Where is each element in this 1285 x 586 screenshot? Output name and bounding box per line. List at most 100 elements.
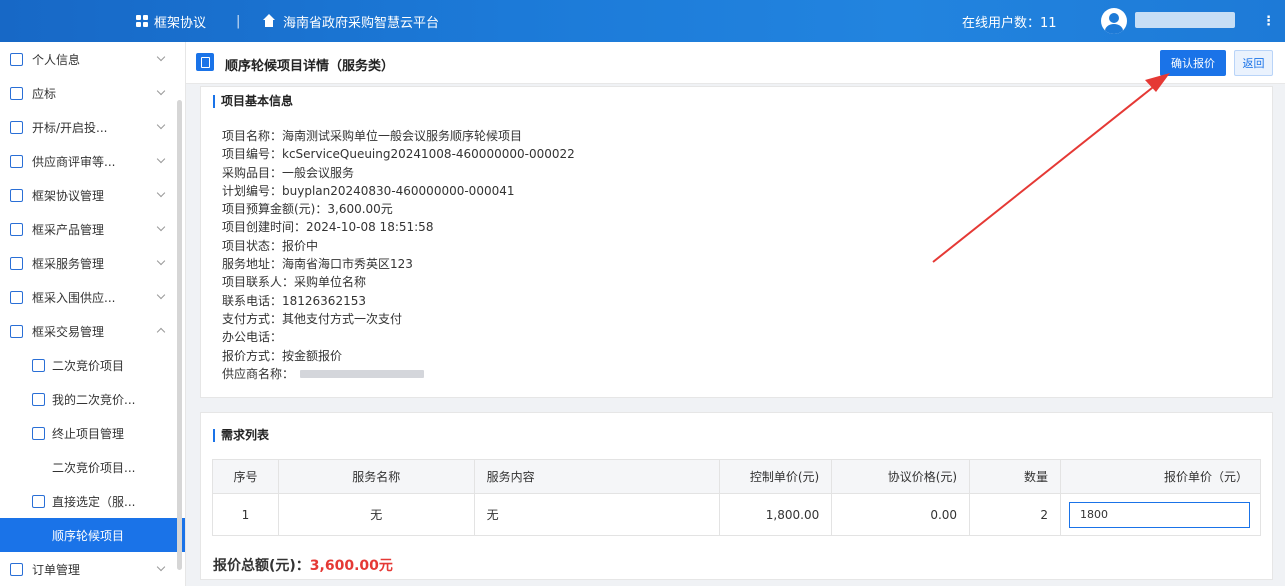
cell-service-content: 无 bbox=[473, 493, 721, 536]
selection-icon bbox=[32, 494, 45, 508]
sidebar-item-framework-services[interactable]: 框采服务管理 bbox=[0, 246, 185, 280]
cell-quantity: 2 bbox=[969, 493, 1061, 536]
more-menu-icon[interactable]: ⋮ bbox=[1262, 0, 1275, 42]
user-icon bbox=[1101, 8, 1127, 34]
sidebar-subitem-my-second-bidding[interactable]: 我的二次竞价... bbox=[0, 382, 185, 416]
sidebar-subitem-label: 二次竞价项目 bbox=[52, 358, 125, 373]
sidebar-item-label: 供应商评审等... bbox=[32, 154, 116, 169]
chevron-down-icon bbox=[156, 290, 166, 300]
chevron-up-icon bbox=[156, 327, 166, 337]
framework-label: 框架协议 bbox=[154, 15, 207, 31]
sidebar-subitem-label: 二次竞价项目... bbox=[52, 460, 136, 475]
chevron-down-icon bbox=[156, 256, 166, 266]
sidebar-subitem-queuing-projects[interactable]: 顺序轮候项目 bbox=[0, 518, 185, 552]
back-button[interactable]: 返回 bbox=[1234, 50, 1273, 76]
supplier-name-redacted bbox=[300, 370, 425, 379]
sidebar-item-label: 个人信息 bbox=[32, 52, 81, 67]
info-supplier-name: 供应商名称： bbox=[222, 365, 575, 383]
cell-agreement-price: 0.00 bbox=[831, 493, 971, 536]
document-icon bbox=[10, 120, 23, 134]
col-header-service-name: 服务名称 bbox=[277, 459, 475, 494]
info-plan-number: 计划编号：buyplan20240830-460000000-000041 bbox=[222, 183, 515, 198]
transaction-icon bbox=[10, 324, 23, 338]
info-office-phone: 办公电话： bbox=[222, 330, 283, 345]
sidebar-subitem-second-bidding[interactable]: 二次竞价项目 bbox=[0, 348, 185, 382]
cell-quote-price bbox=[1059, 493, 1262, 536]
quote-total-label: 报价总额(元)： bbox=[213, 558, 310, 574]
supplier-icon bbox=[10, 290, 23, 304]
sidebar-subitem-label: 终止项目管理 bbox=[52, 426, 125, 441]
profile-icon bbox=[10, 52, 23, 66]
grid-icon bbox=[136, 15, 148, 27]
table-header-row: 序号 服务名称 服务内容 控制单价(元) 协议价格(元) 数量 报价单价（元） bbox=[212, 459, 1262, 494]
sidebar-subitem-direct-selection[interactable]: 直接选定（服... bbox=[0, 484, 185, 518]
col-header-agreement-price: 协议价格(元) bbox=[831, 459, 971, 494]
col-header-control-price: 控制单价(元) bbox=[719, 459, 833, 494]
page-document-icon bbox=[196, 53, 214, 71]
monitor-icon bbox=[10, 154, 23, 168]
page-header: 顺序轮候项目详情（服务类） 确认报价 返回 bbox=[186, 42, 1285, 84]
info-procurement-item: 采购品目：一般会议服务 bbox=[222, 165, 355, 180]
sidebar-item-framework-products[interactable]: 框采产品管理 bbox=[0, 212, 185, 246]
col-header-service-content: 服务内容 bbox=[473, 459, 721, 494]
sidebar-scrollbar[interactable] bbox=[177, 100, 182, 570]
terminate-icon bbox=[32, 426, 45, 440]
info-contact-person: 项目联系人：采购单位名称 bbox=[222, 275, 367, 290]
main-content: 顺序轮候项目详情（服务类） 确认报价 返回 项目基本信息 项目名称：海南测试采购… bbox=[186, 42, 1285, 586]
col-header-index: 序号 bbox=[212, 459, 279, 494]
user-name-redacted[interactable] bbox=[1135, 12, 1235, 28]
sidebar-item-supplier-review[interactable]: 供应商评审等... bbox=[0, 144, 185, 178]
platform-home-link[interactable]: 海南省政府采购智慧云平台 bbox=[262, 0, 439, 42]
chevron-down-icon bbox=[156, 52, 166, 62]
sidebar-subitem-second-bidding-projects[interactable]: 二次竞价项目... bbox=[0, 450, 185, 484]
service-icon bbox=[10, 256, 23, 270]
framework-menu[interactable]: 框架协议 bbox=[136, 0, 206, 42]
user-avatar[interactable] bbox=[1101, 0, 1127, 42]
bidding-icon bbox=[32, 358, 45, 372]
info-project-name: 项目名称：海南测试采购单位一般会议服务顺序轮候项目 bbox=[222, 129, 523, 143]
sidebar-item-framework-agreement[interactable]: 框架协议管理 bbox=[0, 178, 185, 212]
agreement-icon bbox=[10, 188, 23, 202]
supplier-label: 供应商名称： bbox=[222, 366, 295, 381]
quote-total: 报价总额(元)：3,600.00元 bbox=[213, 555, 393, 575]
sidebar-item-bid-opening[interactable]: 开标/开启投... bbox=[0, 110, 185, 144]
sidebar: 个人信息 应标 开标/开启投... 供应商评审等... 框架协议管理 框采产品管… bbox=[0, 42, 186, 586]
chevron-down-icon bbox=[156, 562, 166, 572]
basic-info-card: 项目基本信息 项目名称：海南测试采购单位一般会议服务顺序轮候项目 项目编号：kc… bbox=[200, 86, 1273, 398]
basic-info-title: 项目基本信息 bbox=[213, 95, 293, 108]
cell-service-name: 无 bbox=[277, 493, 475, 536]
sidebar-subitem-label: 我的二次竞价... bbox=[52, 392, 136, 407]
info-contact-phone: 联系电话：18126362153 bbox=[222, 293, 366, 308]
chevron-down-icon bbox=[156, 222, 166, 232]
sidebar-item-framework-transactions[interactable]: 框采交易管理 bbox=[0, 314, 185, 348]
topbar-separator: | bbox=[236, 13, 241, 29]
home-icon bbox=[262, 14, 276, 28]
order-icon bbox=[10, 562, 23, 576]
sidebar-item-label: 框采交易管理 bbox=[32, 324, 105, 339]
confirm-quote-button[interactable]: 确认报价 bbox=[1160, 50, 1226, 76]
sidebar-item-label: 框架协议管理 bbox=[32, 188, 105, 203]
sidebar-item-label: 框采入围供应... bbox=[32, 290, 116, 305]
sidebar-item-label: 框采产品管理 bbox=[32, 222, 105, 237]
quote-price-input[interactable] bbox=[1068, 501, 1250, 528]
requirements-table: 序号 服务名称 服务内容 控制单价(元) 协议价格(元) 数量 报价单价（元） … bbox=[212, 459, 1262, 536]
info-service-address: 服务地址：海南省海口市秀英区123 bbox=[222, 257, 413, 272]
sidebar-subitem-label: 顺序轮候项目 bbox=[52, 528, 125, 543]
info-quote-method: 报价方式：按金额报价 bbox=[222, 348, 343, 363]
platform-name: 海南省政府采购智慧云平台 bbox=[283, 15, 440, 31]
sidebar-item-label: 订单管理 bbox=[32, 562, 81, 577]
document-icon bbox=[10, 86, 23, 100]
table-row: 1 无 无 1,800.00 0.00 2 bbox=[212, 493, 1262, 536]
sidebar-subitem-terminate-projects[interactable]: 终止项目管理 bbox=[0, 416, 185, 450]
sidebar-item-personal-info[interactable]: 个人信息 bbox=[0, 42, 185, 76]
sidebar-item-bidding[interactable]: 应标 bbox=[0, 76, 185, 110]
col-header-quantity: 数量 bbox=[969, 459, 1061, 494]
sidebar-item-orders[interactable]: 订单管理 bbox=[0, 552, 185, 586]
basic-info-list: 项目名称：海南测试采购单位一般会议服务顺序轮候项目 项目编号：kcService… bbox=[222, 127, 575, 383]
col-header-quote-price: 报价单价（元） bbox=[1059, 459, 1262, 494]
sidebar-item-shortlisted-suppliers[interactable]: 框采入围供应... bbox=[0, 280, 185, 314]
info-created-time: 项目创建时间：2024-10-08 18:51:58 bbox=[222, 220, 434, 235]
chevron-down-icon bbox=[156, 120, 166, 130]
page-title: 顺序轮候项目详情（服务类） bbox=[225, 59, 395, 74]
chevron-down-icon bbox=[156, 188, 166, 198]
